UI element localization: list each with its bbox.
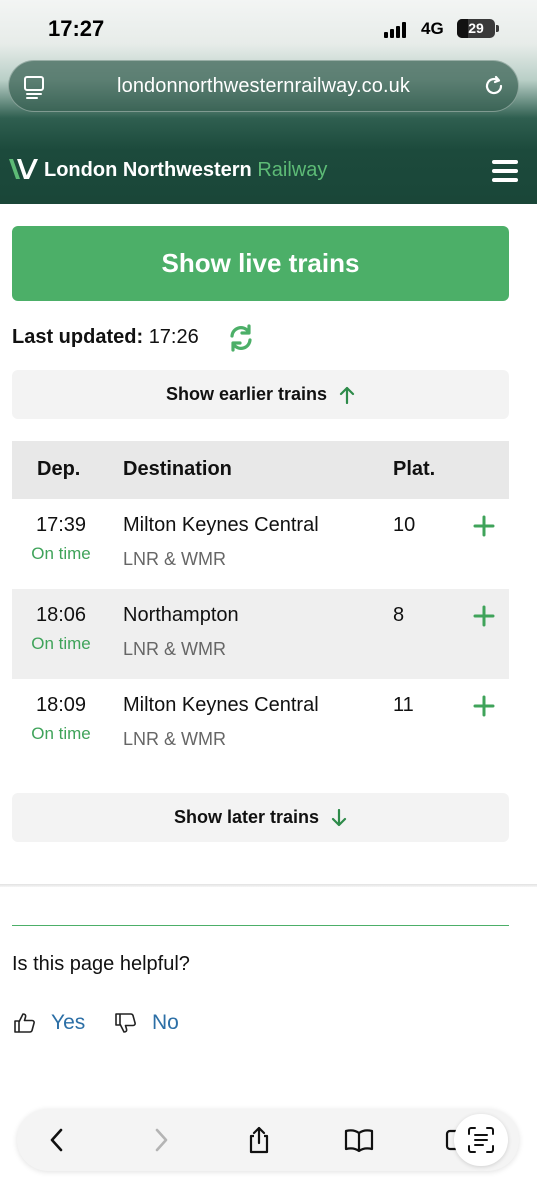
arrow-down-icon xyxy=(331,808,347,826)
table-row[interactable]: 17:39 On time Milton Keynes Central LNR … xyxy=(12,499,509,589)
feedback-no-button[interactable]: No xyxy=(114,1010,179,1036)
table-row[interactable]: 18:06 On time Northampton LNR & WMR 8 xyxy=(12,589,509,679)
departure-time: 17:39 xyxy=(35,514,87,536)
bookmarks-icon[interactable] xyxy=(344,1125,374,1155)
arrow-up-icon xyxy=(339,386,355,404)
operator: LNR & WMR xyxy=(123,729,226,749)
table-header: Dep. Destination Plat. xyxy=(12,441,509,499)
last-updated-time: 17:26 xyxy=(148,326,199,348)
show-earlier-label: Show earlier trains xyxy=(165,384,328,404)
thumbs-up-icon xyxy=(14,1013,35,1033)
plus-icon[interactable] xyxy=(473,605,495,627)
brand-accent: Railway xyxy=(257,159,328,181)
operator: LNR & WMR xyxy=(123,639,226,659)
lnr-logo-icon[interactable] xyxy=(8,156,42,182)
brand-main: London Northwestern xyxy=(44,159,252,181)
thumbs-down-icon xyxy=(115,1013,136,1033)
brand-name[interactable]: London Northwestern Railway xyxy=(44,159,327,182)
last-updated-label: Last updated: xyxy=(12,326,144,348)
back-icon[interactable] xyxy=(42,1125,72,1155)
forward-icon[interactable] xyxy=(146,1125,176,1155)
section-shadow xyxy=(0,884,537,887)
platform: 10 xyxy=(393,514,416,536)
show-later-label: Show later trains xyxy=(173,807,320,827)
col-platform: Plat. xyxy=(393,458,436,480)
feedback-yes-button[interactable]: Yes xyxy=(13,1010,85,1036)
col-dep: Dep. xyxy=(37,458,81,480)
departure-status: On time xyxy=(31,724,91,743)
status-time: 17:27 xyxy=(48,16,105,41)
browser-toolbar xyxy=(17,1109,519,1171)
refresh-icon[interactable] xyxy=(228,324,254,352)
reader-button[interactable] xyxy=(454,1114,508,1166)
platform: 11 xyxy=(393,694,414,716)
show-earlier-trains-button[interactable]: Show earlier trains xyxy=(12,370,509,419)
departures-table: Dep. Destination Plat. 17:39 On time Mil… xyxy=(12,441,509,769)
departure-time: 18:09 xyxy=(35,694,87,716)
destination: Northampton xyxy=(123,604,239,626)
address-bar[interactable]: londonnorthwesternrailway.co.uk xyxy=(8,60,519,112)
table-row[interactable]: 18:09 On time Milton Keynes Central LNR … xyxy=(12,679,509,769)
feedback-yes-label: Yes xyxy=(51,1011,86,1034)
plus-icon[interactable] xyxy=(473,695,495,717)
url-text[interactable]: londonnorthwesternrailway.co.uk xyxy=(9,75,518,98)
divider xyxy=(12,925,509,926)
signal-icon xyxy=(384,22,410,38)
col-destination: Destination xyxy=(123,458,232,480)
battery-tip xyxy=(496,25,499,32)
departure-status: On time xyxy=(31,634,91,653)
battery-level: 29 xyxy=(468,20,484,36)
show-later-trains-button[interactable]: Show later trains xyxy=(12,793,509,842)
reload-icon[interactable] xyxy=(482,74,506,98)
share-icon[interactable] xyxy=(244,1125,274,1155)
operator: LNR & WMR xyxy=(123,549,226,569)
site-header: London Northwestern Railway xyxy=(0,140,537,204)
departure-status: On time xyxy=(31,544,91,563)
battery-icon: 29 xyxy=(457,19,495,38)
network-type: 4G xyxy=(421,19,444,38)
reader-icon xyxy=(468,1127,494,1153)
hamburger-icon[interactable] xyxy=(492,160,518,182)
plus-icon[interactable] xyxy=(473,515,495,537)
feedback-no-label: No xyxy=(152,1011,179,1034)
platform: 8 xyxy=(393,604,405,626)
destination: Milton Keynes Central xyxy=(123,694,319,716)
show-live-trains-button[interactable]: Show live trains xyxy=(12,226,509,301)
last-updated: Last updated: 17:26 xyxy=(12,326,199,349)
destination: Milton Keynes Central xyxy=(123,514,319,536)
top-chrome: 17:27 4G 29 londonnorthwesternrailway.co… xyxy=(0,0,537,204)
status-bar: 17:27 4G 29 xyxy=(0,0,537,56)
departure-time: 18:06 xyxy=(35,604,87,626)
feedback-question: Is this page helpful? xyxy=(12,953,190,975)
